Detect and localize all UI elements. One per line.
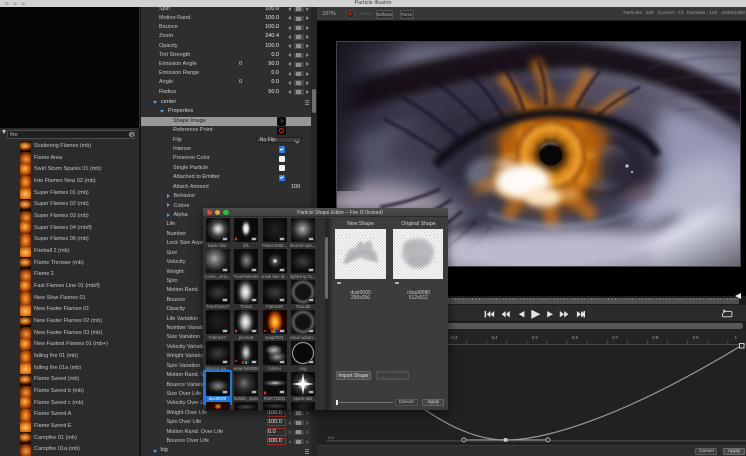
svg-text:-100: -100 [326, 435, 335, 440]
